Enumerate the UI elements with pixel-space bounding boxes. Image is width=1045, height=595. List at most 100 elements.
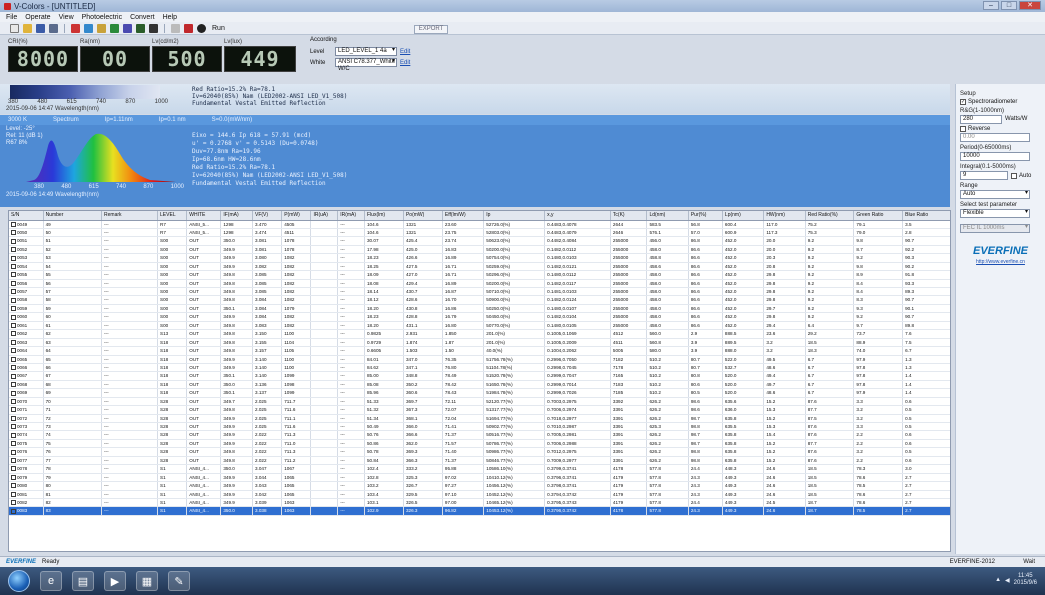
spectroradiometer-checkbox[interactable]: ✓ Spectroradiometer	[960, 99, 1041, 105]
copy-icon[interactable]	[84, 23, 93, 33]
table-row[interactable]: 0066 66 --- S18 OUT 349.9 3.140 1100 --- 84.62 347…	[9, 363, 950, 373]
row-checkbox-icon[interactable]	[11, 339, 16, 345]
ie-icon[interactable]: e	[40, 571, 62, 591]
table-row[interactable]: 0083 83 --- S1 ANSI_4... 350.0 3.038 1063 --- 102…	[9, 506, 950, 516]
column-header[interactable]: Number	[43, 211, 103, 221]
row-checkbox-icon[interactable]	[11, 289, 16, 295]
media-icon[interactable]: ▶	[104, 571, 126, 591]
row-checkbox-icon[interactable]	[11, 272, 16, 278]
row-checkbox-icon[interactable]	[11, 331, 16, 337]
volume-icon[interactable]: ◀	[1005, 577, 1010, 584]
minimize-button[interactable]: –	[983, 1, 999, 10]
row-checkbox-icon[interactable]	[11, 306, 16, 312]
column-header[interactable]: Eff(lm/W)	[442, 211, 485, 221]
table-row[interactable]: 0062 62 --- S13 OUT 349.8 3.150 1100 --- 0.9825 2.…	[9, 329, 950, 339]
auto-checkbox[interactable]: Auto	[1011, 173, 1031, 179]
table-row[interactable]: 0068 68 --- S18 OUT 350.0 3.136 1098 --- 85.08 350…	[9, 380, 950, 390]
row-checkbox-icon[interactable]	[11, 365, 16, 371]
row-checkbox-icon[interactable]	[11, 280, 16, 286]
reverse-checkbox[interactable]: Reverse	[960, 126, 1041, 132]
table-row[interactable]: 0054 54 --- S00 OUT 349.9 3.082 1082 --- 18.25 427…	[9, 262, 950, 272]
column-header[interactable]: Ld(nm)	[646, 211, 689, 221]
row-checkbox-icon[interactable]	[11, 500, 16, 506]
folder-icon[interactable]: ▤	[72, 571, 94, 591]
row-checkbox-icon[interactable]	[11, 238, 16, 244]
menu-view[interactable]: View	[59, 14, 74, 21]
table-row[interactable]: 0070 70 --- S28 OUT 349.7 2.025 711.7 --- 51.33 36…	[9, 396, 950, 407]
chart-icon[interactable]	[110, 23, 119, 33]
cut-icon[interactable]	[71, 23, 80, 33]
column-header[interactable]: HW(nm)	[763, 211, 806, 221]
settings-icon[interactable]	[171, 23, 180, 33]
row-checkbox-icon[interactable]	[11, 221, 16, 227]
row-checkbox-icon[interactable]	[11, 441, 16, 447]
save-icon[interactable]	[36, 23, 45, 33]
row-checkbox-icon[interactable]	[11, 297, 16, 303]
row-checkbox-icon[interactable]	[11, 263, 16, 269]
menu-photoelectric[interactable]: Photoelectric	[82, 14, 122, 21]
row-checkbox-icon[interactable]	[11, 373, 16, 379]
column-header[interactable]: IR(mA)	[337, 211, 365, 221]
table-row[interactable]: 0076 76 --- S28 OUT 349.8 2.022 711.3 --- 50.78 36…	[9, 447, 950, 457]
column-header[interactable]: Flux(lm)	[364, 211, 404, 221]
column-header[interactable]: LEVEL	[157, 211, 188, 221]
table-row[interactable]: 0052 52 --- S00 OUT 349.9 3.081 1078 --- 17.98 425…	[9, 245, 950, 255]
column-header[interactable]: VF(V)	[252, 211, 283, 221]
table-row[interactable]: 0078 78 --- S1 ANSI_4... 350.0 3.047 1067 --- 102…	[9, 464, 950, 474]
column-header[interactable]: Remark	[101, 211, 159, 221]
table-row[interactable]: 0061 61 --- S00 OUT 349.8 3.083 1082 --- 18.20 431…	[9, 321, 950, 331]
row-checkbox-icon[interactable]	[11, 407, 16, 413]
paint-icon[interactable]: ✎	[168, 571, 190, 591]
column-header[interactable]: Red Ratio(%)	[805, 211, 855, 221]
column-header[interactable]: Lp(nm)	[722, 211, 765, 221]
period-input[interactable]: 10000	[960, 152, 1030, 161]
grid-icon[interactable]	[123, 23, 132, 33]
table-row[interactable]: 0064 64 --- S18 OUT 349.8 3.157 1105 --- 0.6605 1.…	[9, 346, 950, 356]
run-label[interactable]: Run	[212, 25, 225, 32]
menu-convert[interactable]: Convert	[130, 14, 155, 21]
start-button-icon[interactable]	[8, 570, 30, 592]
row-checkbox-icon[interactable]	[11, 474, 16, 480]
table-row[interactable]: 0065 65 --- S18 OUT 349.9 3.140 1100 --- 84.01 347…	[9, 355, 950, 364]
clock-date[interactable]: 2015/9/6	[1014, 580, 1037, 587]
column-header[interactable]: IF(mA)	[220, 211, 253, 221]
row-checkbox-icon[interactable]	[11, 230, 16, 236]
paste-icon[interactable]	[97, 23, 106, 33]
column-header[interactable]: S/N	[9, 211, 44, 221]
table-row[interactable]: 0079 79 --- S1 ANSI_4... 349.9 3.044 1065 --- 102…	[9, 473, 950, 483]
column-header[interactable]: Tc(K)	[610, 211, 648, 221]
column-header[interactable]: Ip	[483, 211, 546, 221]
range-input[interactable]: 280	[960, 115, 1002, 124]
integral-input[interactable]: 9	[960, 171, 1008, 180]
row-checkbox-icon[interactable]	[11, 348, 16, 354]
table-row[interactable]: 0081 81 --- S1 ANSI_4... 349.9 3.042 1065 --- 103…	[9, 490, 950, 499]
column-header[interactable]: x,y	[544, 211, 611, 221]
range-select[interactable]: Auto	[960, 190, 1030, 199]
row-checkbox-icon[interactable]	[11, 356, 16, 362]
column-header[interactable]: Green Ratio	[853, 211, 904, 221]
run-icon[interactable]	[197, 23, 206, 33]
white-edit-link[interactable]: Edit	[400, 60, 410, 66]
row-checkbox-icon[interactable]	[11, 508, 16, 514]
table-row[interactable]: 0056 56 --- S00 OUT 349.8 3.085 1082 --- 18.08 429…	[9, 279, 950, 289]
close-button[interactable]: ✕	[1019, 1, 1041, 10]
menu-operate[interactable]: Operate	[25, 14, 50, 21]
table-row[interactable]: 0067 67 --- S18 OUT 350.1 3.140 1099 --- 85.00 348…	[9, 371, 950, 381]
row-checkbox-icon[interactable]	[11, 255, 16, 261]
level-select[interactable]: LED_LEVEL_1 4a	[335, 47, 397, 56]
row-checkbox-icon[interactable]	[11, 398, 16, 404]
column-header[interactable]: WHITE	[186, 211, 222, 221]
menu-help[interactable]: Help	[163, 14, 177, 21]
column-header[interactable]: Po(mW)	[403, 211, 443, 221]
row-checkbox-icon[interactable]	[11, 323, 16, 329]
table-icon[interactable]	[136, 23, 145, 33]
row-checkbox-icon[interactable]	[11, 483, 16, 489]
delay-input[interactable]: 0.00	[960, 133, 1030, 142]
row-checkbox-icon[interactable]	[11, 382, 16, 388]
row-checkbox-icon[interactable]	[11, 390, 16, 396]
table-row[interactable]: 0055 55 --- S00 OUT 349.8 3.085 1082 --- 18.09 427…	[9, 270, 950, 280]
test-parameter-select[interactable]: Flexible	[960, 209, 1030, 218]
column-header[interactable]: P(mW)	[281, 211, 312, 221]
table-row[interactable]: 0071 71 --- S28 OUT 349.8 2.025 711.6 --- 51.32 36…	[9, 405, 950, 415]
table-row[interactable]: 0058 58 --- S00 OUT 349.8 3.084 1082 --- 18.12 428…	[9, 295, 950, 305]
